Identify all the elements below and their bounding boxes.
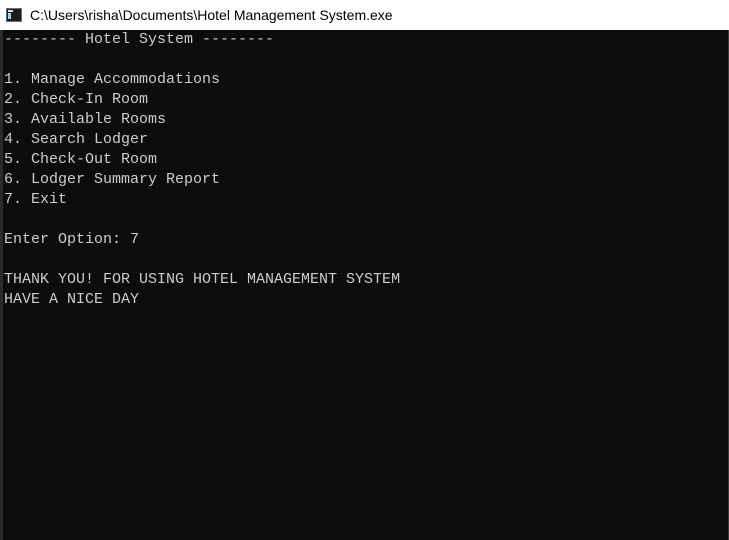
console-text: -------- Hotel System -------- 1. Manage… bbox=[4, 30, 400, 310]
menu-option-check-out-room: 5. Check-Out Room bbox=[4, 151, 158, 168]
title-bar[interactable]: C:\Users\risha\Documents\Hotel Managemen… bbox=[0, 0, 729, 30]
menu-option-available-rooms: 3. Available Rooms bbox=[4, 111, 167, 128]
menu-option-search-lodger: 4. Search Lodger bbox=[4, 131, 149, 148]
menu-option-check-in-room: 2. Check-In Room bbox=[4, 91, 149, 108]
console-output-area[interactable]: -------- Hotel System -------- 1. Manage… bbox=[0, 30, 729, 540]
console-app-icon[interactable] bbox=[6, 8, 22, 22]
console-header-line: -------- Hotel System -------- bbox=[4, 31, 275, 48]
goodbye-message: HAVE A NICE DAY bbox=[4, 291, 140, 308]
menu-option-exit: 7. Exit bbox=[4, 191, 68, 208]
enter-option-prompt: Enter Option: 7 bbox=[4, 231, 140, 248]
console-window: C:\Users\risha\Documents\Hotel Managemen… bbox=[0, 0, 729, 540]
thank-you-message: THANK YOU! FOR USING HOTEL MANAGEMENT SY… bbox=[4, 271, 401, 288]
menu-option-manage-accommodations: 1. Manage Accommodations bbox=[4, 71, 221, 88]
window-title: C:\Users\risha\Documents\Hotel Managemen… bbox=[30, 7, 393, 23]
menu-option-lodger-summary-report: 6. Lodger Summary Report bbox=[4, 171, 221, 188]
